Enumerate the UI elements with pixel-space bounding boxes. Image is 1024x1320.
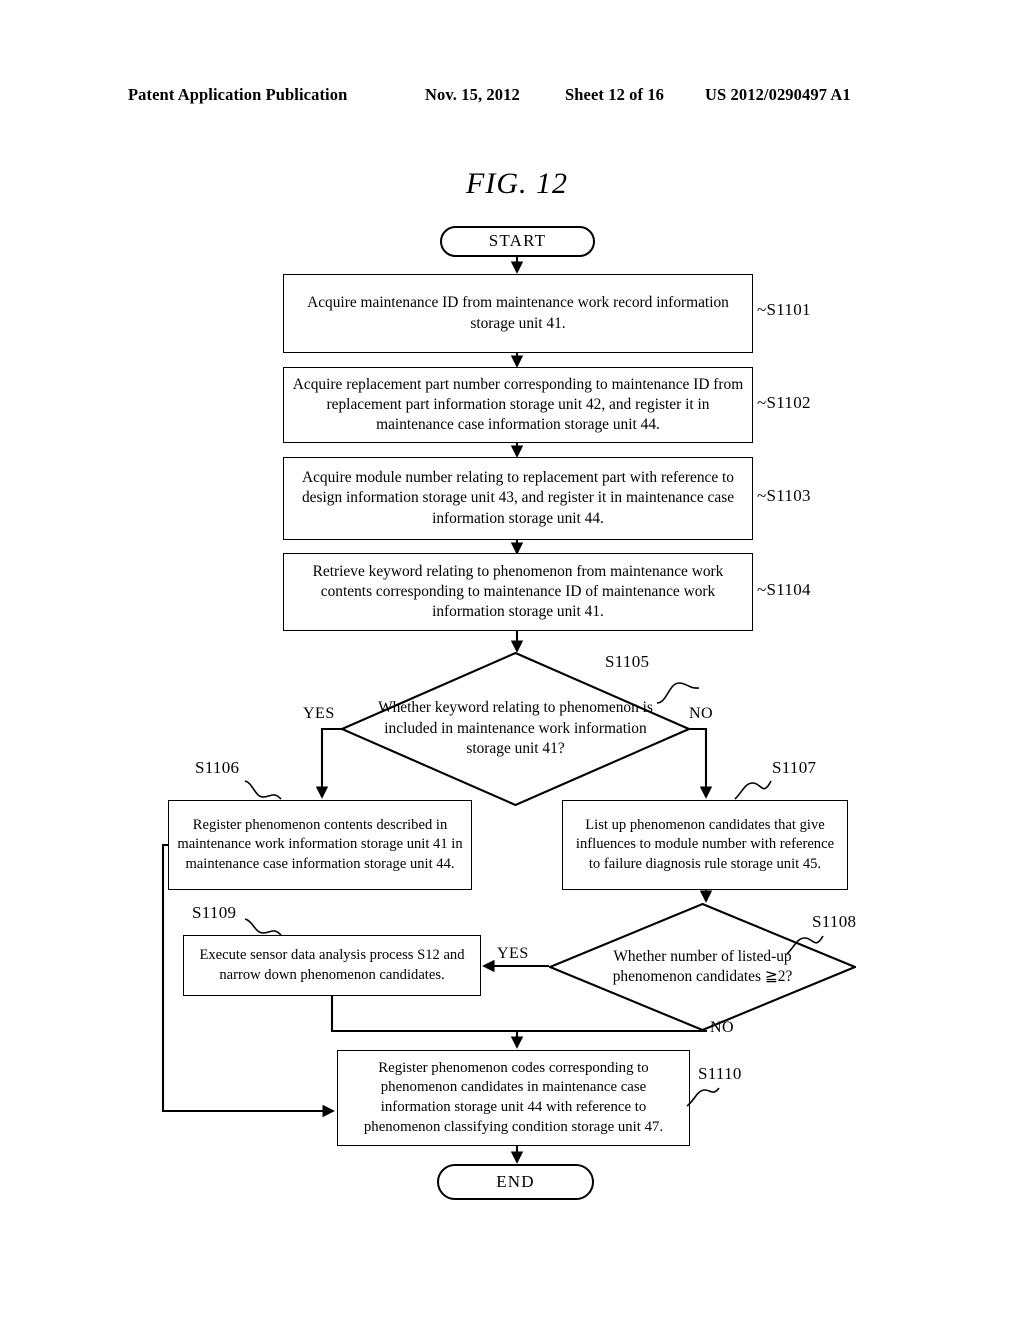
process-s1104-text: Retrieve keyword relating to phenomenon … [312, 562, 724, 621]
process-s1103: Acquire module number relating to replac… [283, 457, 753, 540]
sheet-number: Sheet 12 of 16 [565, 85, 665, 104]
step-label-s1104: ~S1104 [757, 580, 811, 599]
process-s1109-text: Execute sensor data analysis process S12… [199, 947, 465, 983]
publication-date: Nov. 15, 2012 [425, 85, 520, 104]
decision-s1108-text: Whether number of listed-up phenomenon c… [612, 947, 793, 985]
process-s1110: Register phenomenon codes corresponding … [337, 1050, 690, 1146]
process-s1102: Acquire replacement part number correspo… [283, 367, 753, 443]
leader-line-s1105 [656, 682, 700, 704]
branch-label-s1108-yes: YES [497, 945, 529, 962]
publication-title: Patent Application Publication [128, 85, 348, 104]
step-label-s1107: S1107 [772, 758, 817, 777]
decision-s1105: Whether keyword relating to phenomenon i… [341, 652, 690, 806]
step-label-s1110: S1110 [698, 1064, 742, 1083]
branch-label-s1105-no: NO [689, 705, 714, 722]
process-s1104: Retrieve keyword relating to phenomenon … [283, 553, 753, 631]
flow-start-label: START [488, 231, 547, 251]
process-s1101-text: Acquire maintenance ID from maintenance … [307, 294, 729, 332]
step-label-s1106: S1106 [195, 758, 240, 777]
decision-s1108: Whether number of listed-up phenomenon c… [549, 903, 856, 1031]
branch-label-s1105-yes: YES [303, 705, 335, 722]
process-s1109: Execute sensor data analysis process S12… [183, 935, 481, 996]
leader-line-s1107 [734, 780, 772, 800]
process-s1106: Register phenomenon contents described i… [168, 800, 472, 890]
process-s1107-text: List up phenomenon candidates that give … [575, 817, 835, 872]
patent-number: US 2012/0290497 A1 [705, 85, 851, 104]
leader-line-s1109 [244, 918, 282, 936]
step-label-s1105: S1105 [605, 652, 650, 671]
figure-title: FIG. 12 [466, 167, 568, 200]
process-s1103-text: Acquire module number relating to replac… [301, 469, 735, 527]
leader-line-s1110 [686, 1087, 720, 1107]
step-label-s1101: ~S1101 [757, 300, 811, 319]
step-label-s1102: ~S1102 [757, 393, 811, 412]
leader-line-s1106 [244, 780, 282, 800]
flow-end-label: END [496, 1171, 535, 1191]
publication-header: Patent Application Publication Nov. 15, … [0, 85, 1024, 111]
leader-line-s1108 [786, 935, 824, 955]
process-s1102-text: Acquire replacement part number correspo… [292, 375, 744, 434]
branch-label-s1108-no: NO [710, 1019, 735, 1036]
process-s1107: List up phenomenon candidates that give … [562, 800, 848, 890]
flow-start-terminator: START [440, 226, 595, 257]
process-s1106-text: Register phenomenon contents described i… [177, 817, 463, 872]
process-s1101: Acquire maintenance ID from maintenance … [283, 274, 753, 353]
decision-s1105-text: Whether keyword relating to phenomenon i… [378, 699, 653, 758]
step-label-s1108: S1108 [812, 912, 857, 931]
flow-end-terminator: END [437, 1164, 594, 1200]
step-label-s1109: S1109 [192, 903, 237, 922]
step-label-s1103: ~S1103 [757, 486, 811, 505]
process-s1110-text: Register phenomenon codes corresponding … [363, 1059, 664, 1135]
